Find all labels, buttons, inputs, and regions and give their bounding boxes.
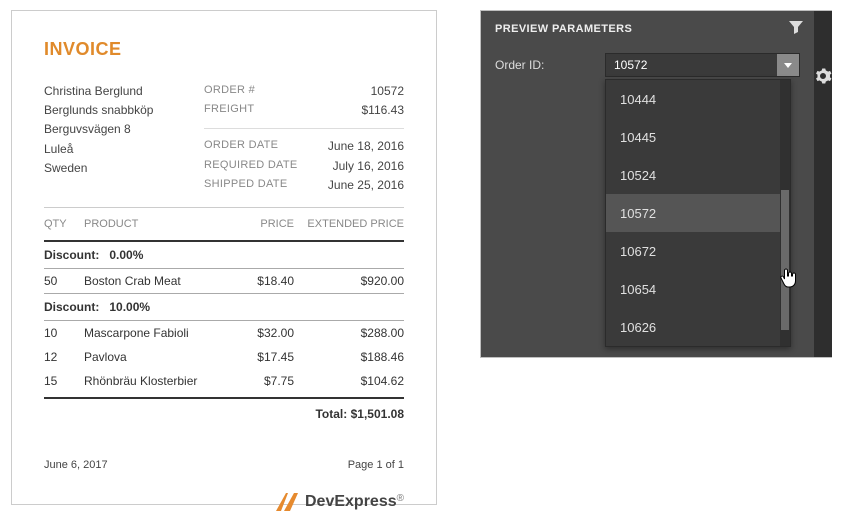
discount-value: 10.00% [109, 300, 150, 314]
order-num-label: ORDER # [204, 82, 255, 101]
order-id-field: Order ID: [495, 53, 800, 77]
dropdown-option-selected[interactable]: 10572 [606, 194, 780, 232]
dropdown-option[interactable]: 10444 [606, 80, 780, 118]
combo-dropdown-button[interactable] [777, 54, 799, 76]
line-qty: 50 [44, 274, 84, 288]
line-ext: $104.62 [294, 374, 404, 388]
freight-value: $116.43 [362, 101, 405, 120]
order-date-label: ORDER DATE [204, 137, 278, 156]
discount-label: Discount: [44, 248, 99, 262]
invoice-document: INVOICE Christina Berglund Berglunds sna… [11, 10, 437, 505]
line-price: $18.40 [224, 274, 294, 288]
dropdown-option[interactable]: 10672 [606, 232, 780, 270]
brand-text: DevExpress [305, 493, 397, 510]
line-price: $17.45 [224, 350, 294, 364]
customer-city: Luleå [44, 140, 194, 159]
line-item: 10 Mascarpone Fabioli $32.00 $288.00 [44, 321, 404, 345]
dropdown-option[interactable]: 10654 [606, 270, 780, 308]
line-item: 12 Pavlova $17.45 $188.46 [44, 345, 404, 369]
discount-row: Discount: 0.00% [44, 242, 404, 268]
line-price: $32.00 [224, 326, 294, 340]
invoice-meta: Christina Berglund Berglunds snabbköp Be… [44, 82, 404, 195]
gear-icon [814, 67, 832, 85]
customer-block: Christina Berglund Berglunds snabbköp Be… [44, 82, 194, 195]
total-label: Total: [315, 407, 347, 421]
footer-page: Page 1 of 1 [348, 459, 404, 471]
dropdown-option[interactable]: 10524 [606, 156, 780, 194]
freight-label: FREIGHT [204, 101, 254, 120]
dropdown-option[interactable]: 10626 [606, 308, 780, 346]
line-item-headers: QTY PRODUCT PRICE EXTENDED PRICE [44, 208, 404, 236]
line-qty: 15 [44, 374, 84, 388]
line-item: 50 Boston Crab Meat $18.40 $920.00 [44, 269, 404, 293]
scrollbar-thumb[interactable] [781, 190, 789, 330]
customer-street: Berguvsvägen 8 [44, 120, 194, 139]
invoice-total: Total: $1,501.08 [44, 399, 404, 421]
shipped-date-value: June 25, 2016 [328, 176, 404, 195]
line-ext: $288.00 [294, 326, 404, 340]
order-id-combo[interactable] [605, 53, 800, 77]
customer-company: Berglunds snabbköp [44, 101, 194, 120]
customer-country: Sweden [44, 159, 194, 178]
line-qty: 12 [44, 350, 84, 364]
settings-button[interactable] [814, 67, 832, 88]
chevron-down-icon [784, 63, 792, 68]
dropdown-scrollbar[interactable] [780, 80, 790, 346]
order-num-value: 10572 [371, 82, 404, 101]
col-price: PRICE [224, 218, 294, 230]
invoice-heading: INVOICE [44, 39, 404, 60]
order-id-dropdown: 10444 10445 10524 10572 10672 10654 1062… [605, 79, 791, 347]
line-price: $7.75 [224, 374, 294, 388]
col-extended: EXTENDED PRICE [294, 218, 404, 230]
dropdown-list: 10444 10445 10524 10572 10672 10654 1062… [606, 80, 780, 346]
line-product: Boston Crab Meat [84, 274, 224, 288]
dropdown-option[interactable]: 10445 [606, 118, 780, 156]
col-qty: QTY [44, 218, 84, 230]
discount-label: Discount: [44, 300, 99, 314]
devexpress-icon [276, 493, 298, 511]
required-date-label: REQUIRED DATE [204, 157, 298, 176]
line-product: Pavlova [84, 350, 224, 364]
line-product: Rhönbräu Klosterbier [84, 374, 224, 388]
order-date-value: June 18, 2016 [328, 137, 404, 156]
side-rail [814, 11, 832, 357]
discount-value: 0.00% [109, 248, 143, 262]
required-date-value: July 16, 2016 [333, 157, 404, 176]
line-qty: 10 [44, 326, 84, 340]
order-meta-block: ORDER # 10572 FREIGHT $116.43 ORDER DATE Ju… [204, 82, 404, 195]
line-ext: $188.46 [294, 350, 404, 364]
panel-title: PREVIEW PARAMETERS [495, 23, 800, 35]
col-product: PRODUCT [84, 218, 224, 230]
footer-date: June 6, 2017 [44, 459, 108, 471]
filter-icon[interactable] [788, 19, 804, 38]
line-item: 15 Rhönbräu Klosterbier $7.75 $104.62 [44, 369, 404, 393]
shipped-date-label: SHIPPED DATE [204, 176, 287, 195]
line-ext: $920.00 [294, 274, 404, 288]
discount-row: Discount: 10.00% [44, 294, 404, 320]
brand-logo: DevExpress® [44, 493, 404, 511]
order-id-label: Order ID: [495, 58, 595, 72]
customer-name: Christina Berglund [44, 82, 194, 101]
line-product: Mascarpone Fabioli [84, 326, 224, 340]
invoice-footer: June 6, 2017 Page 1 of 1 [44, 459, 404, 471]
total-value: $1,501.08 [351, 407, 404, 421]
preview-parameters-panel: PREVIEW PARAMETERS Order ID: 10444 10445… [480, 10, 832, 358]
registered-mark: ® [397, 493, 404, 504]
order-id-input[interactable] [606, 54, 777, 76]
